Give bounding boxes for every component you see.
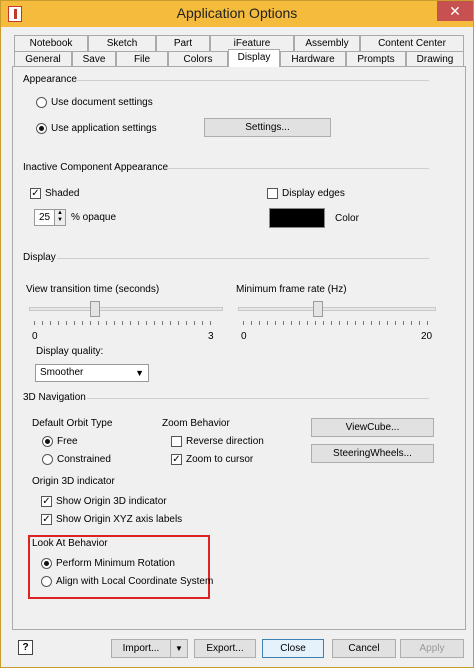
min-frame-rate-ticks — [243, 321, 431, 325]
show-origin-indicator-label: Show Origin 3D indicator — [56, 496, 167, 507]
spin-up-icon[interactable]: ▲ — [55, 210, 65, 217]
reverse-direction-checkbox[interactable] — [171, 436, 182, 447]
perform-min-rotation-label: Perform Minimum Rotation — [56, 558, 175, 569]
show-origin-labels-label: Show Origin XYZ axis labels — [56, 514, 183, 525]
close-icon[interactable]: ✕ — [437, 1, 473, 21]
opacity-stepper[interactable]: ▲ ▼ — [54, 209, 66, 226]
display-quality-value: Smoother — [40, 367, 84, 378]
apply-button[interactable]: Apply — [400, 639, 464, 658]
tab-content-center[interactable]: Content Center — [360, 35, 464, 51]
chevron-down-icon: ▼ — [135, 368, 144, 378]
3d-navigation-group-label: 3D Navigation — [23, 392, 86, 403]
tab-colors[interactable]: Colors — [168, 51, 228, 67]
min-frame-rate-slider-thumb[interactable] — [313, 301, 324, 317]
view-transition-ticks — [34, 321, 218, 325]
view-transition-min-label: 0 — [32, 331, 38, 342]
view-transition-slider-thumb[interactable] — [90, 301, 101, 317]
tab-hardware[interactable]: Hardware — [280, 51, 346, 67]
min-frame-rate-min-label: 0 — [241, 331, 247, 342]
display-quality-label: Display quality: — [36, 346, 104, 357]
tab-notebook[interactable]: Notebook — [14, 35, 88, 51]
zoom-to-cursor-checkbox[interactable]: ✓ — [171, 454, 182, 465]
tab-sketch[interactable]: Sketch — [88, 35, 156, 51]
view-transition-slider-track — [29, 307, 223, 311]
inactive-appearance-group-label: Inactive Component Appearance — [23, 162, 169, 173]
look-at-behavior-label: Look At Behavior — [32, 538, 108, 549]
spin-down-icon[interactable]: ▼ — [55, 217, 65, 224]
shaded-label: Shaded — [45, 188, 80, 199]
view-transition-max-label: 3 — [208, 331, 214, 342]
reverse-direction-label: Reverse direction — [186, 436, 264, 447]
viewcube-button[interactable]: ViewCube... — [311, 418, 434, 437]
tab-general[interactable]: General — [14, 51, 72, 67]
display-edges-checkbox[interactable] — [267, 188, 278, 199]
default-orbit-type-label: Default Orbit Type — [32, 418, 113, 429]
tab-file[interactable]: File — [116, 51, 168, 67]
help-icon[interactable]: ? — [18, 640, 33, 655]
import-dropdown-button[interactable]: ▼ — [170, 639, 188, 658]
tab-prompts[interactable]: Prompts — [346, 51, 406, 67]
display-edges-label: Display edges — [282, 188, 345, 199]
zoom-to-cursor-label: Zoom to cursor — [186, 454, 254, 465]
tab-drawing[interactable]: Drawing — [406, 51, 464, 67]
orbit-constrained-radio[interactable] — [42, 454, 53, 465]
show-origin-labels-checkbox[interactable]: ✓ — [41, 514, 52, 525]
steeringwheels-button[interactable]: SteeringWheels... — [311, 444, 434, 463]
use-document-settings-label: Use document settings — [51, 97, 153, 108]
use-application-settings-radio[interactable] — [36, 123, 47, 134]
zoom-behavior-label: Zoom Behavior — [162, 418, 230, 429]
view-transition-label: View transition time (seconds) — [26, 284, 160, 295]
divider — [77, 80, 429, 81]
title-bar[interactable]: Application Options ✕ — [1, 1, 473, 27]
tab-part[interactable]: Part — [156, 35, 210, 51]
application-options-window: Application Options ✕ Notebook Sketch Pa… — [0, 0, 474, 668]
orbit-free-label: Free — [57, 436, 78, 447]
color-label: Color — [335, 213, 359, 224]
divider — [165, 168, 429, 169]
divider — [87, 398, 429, 399]
min-frame-rate-label: Minimum frame rate (Hz) — [236, 284, 347, 295]
use-application-settings-label: Use application settings — [51, 123, 157, 134]
tab-assembly[interactable]: Assembly — [294, 35, 360, 51]
display-group-label: Display — [23, 252, 56, 263]
import-button[interactable]: Import... — [111, 639, 171, 658]
align-local-label: Align with Local Coordinate System — [56, 576, 214, 587]
inactive-color-swatch[interactable] — [269, 208, 325, 228]
cancel-button[interactable]: Cancel — [332, 639, 396, 658]
orbit-constrained-label: Constrained — [57, 454, 111, 465]
settings-button[interactable]: Settings... — [204, 118, 331, 137]
tab-display[interactable]: Display — [228, 49, 280, 67]
min-frame-rate-slider-track — [238, 307, 436, 311]
tab-save[interactable]: Save — [72, 51, 116, 67]
show-origin-indicator-checkbox[interactable]: ✓ — [41, 496, 52, 507]
orbit-free-radio[interactable] — [42, 436, 53, 447]
align-local-radio[interactable] — [41, 576, 52, 587]
origin-3d-indicator-label: Origin 3D indicator — [32, 476, 115, 487]
close-button[interactable]: Close — [262, 639, 324, 658]
window-title: Application Options — [176, 5, 298, 21]
min-frame-rate-max-label: 20 — [421, 331, 433, 342]
use-document-settings-radio[interactable] — [36, 97, 47, 108]
export-button[interactable]: Export... — [194, 639, 256, 658]
shaded-checkbox[interactable]: ✓ — [30, 188, 41, 199]
perform-min-rotation-radio[interactable] — [41, 558, 52, 569]
display-quality-select[interactable]: Smoother ▼ — [35, 364, 149, 382]
divider — [57, 258, 429, 259]
appearance-group-label: Appearance — [23, 74, 77, 85]
opacity-unit-label: % opaque — [71, 212, 117, 223]
